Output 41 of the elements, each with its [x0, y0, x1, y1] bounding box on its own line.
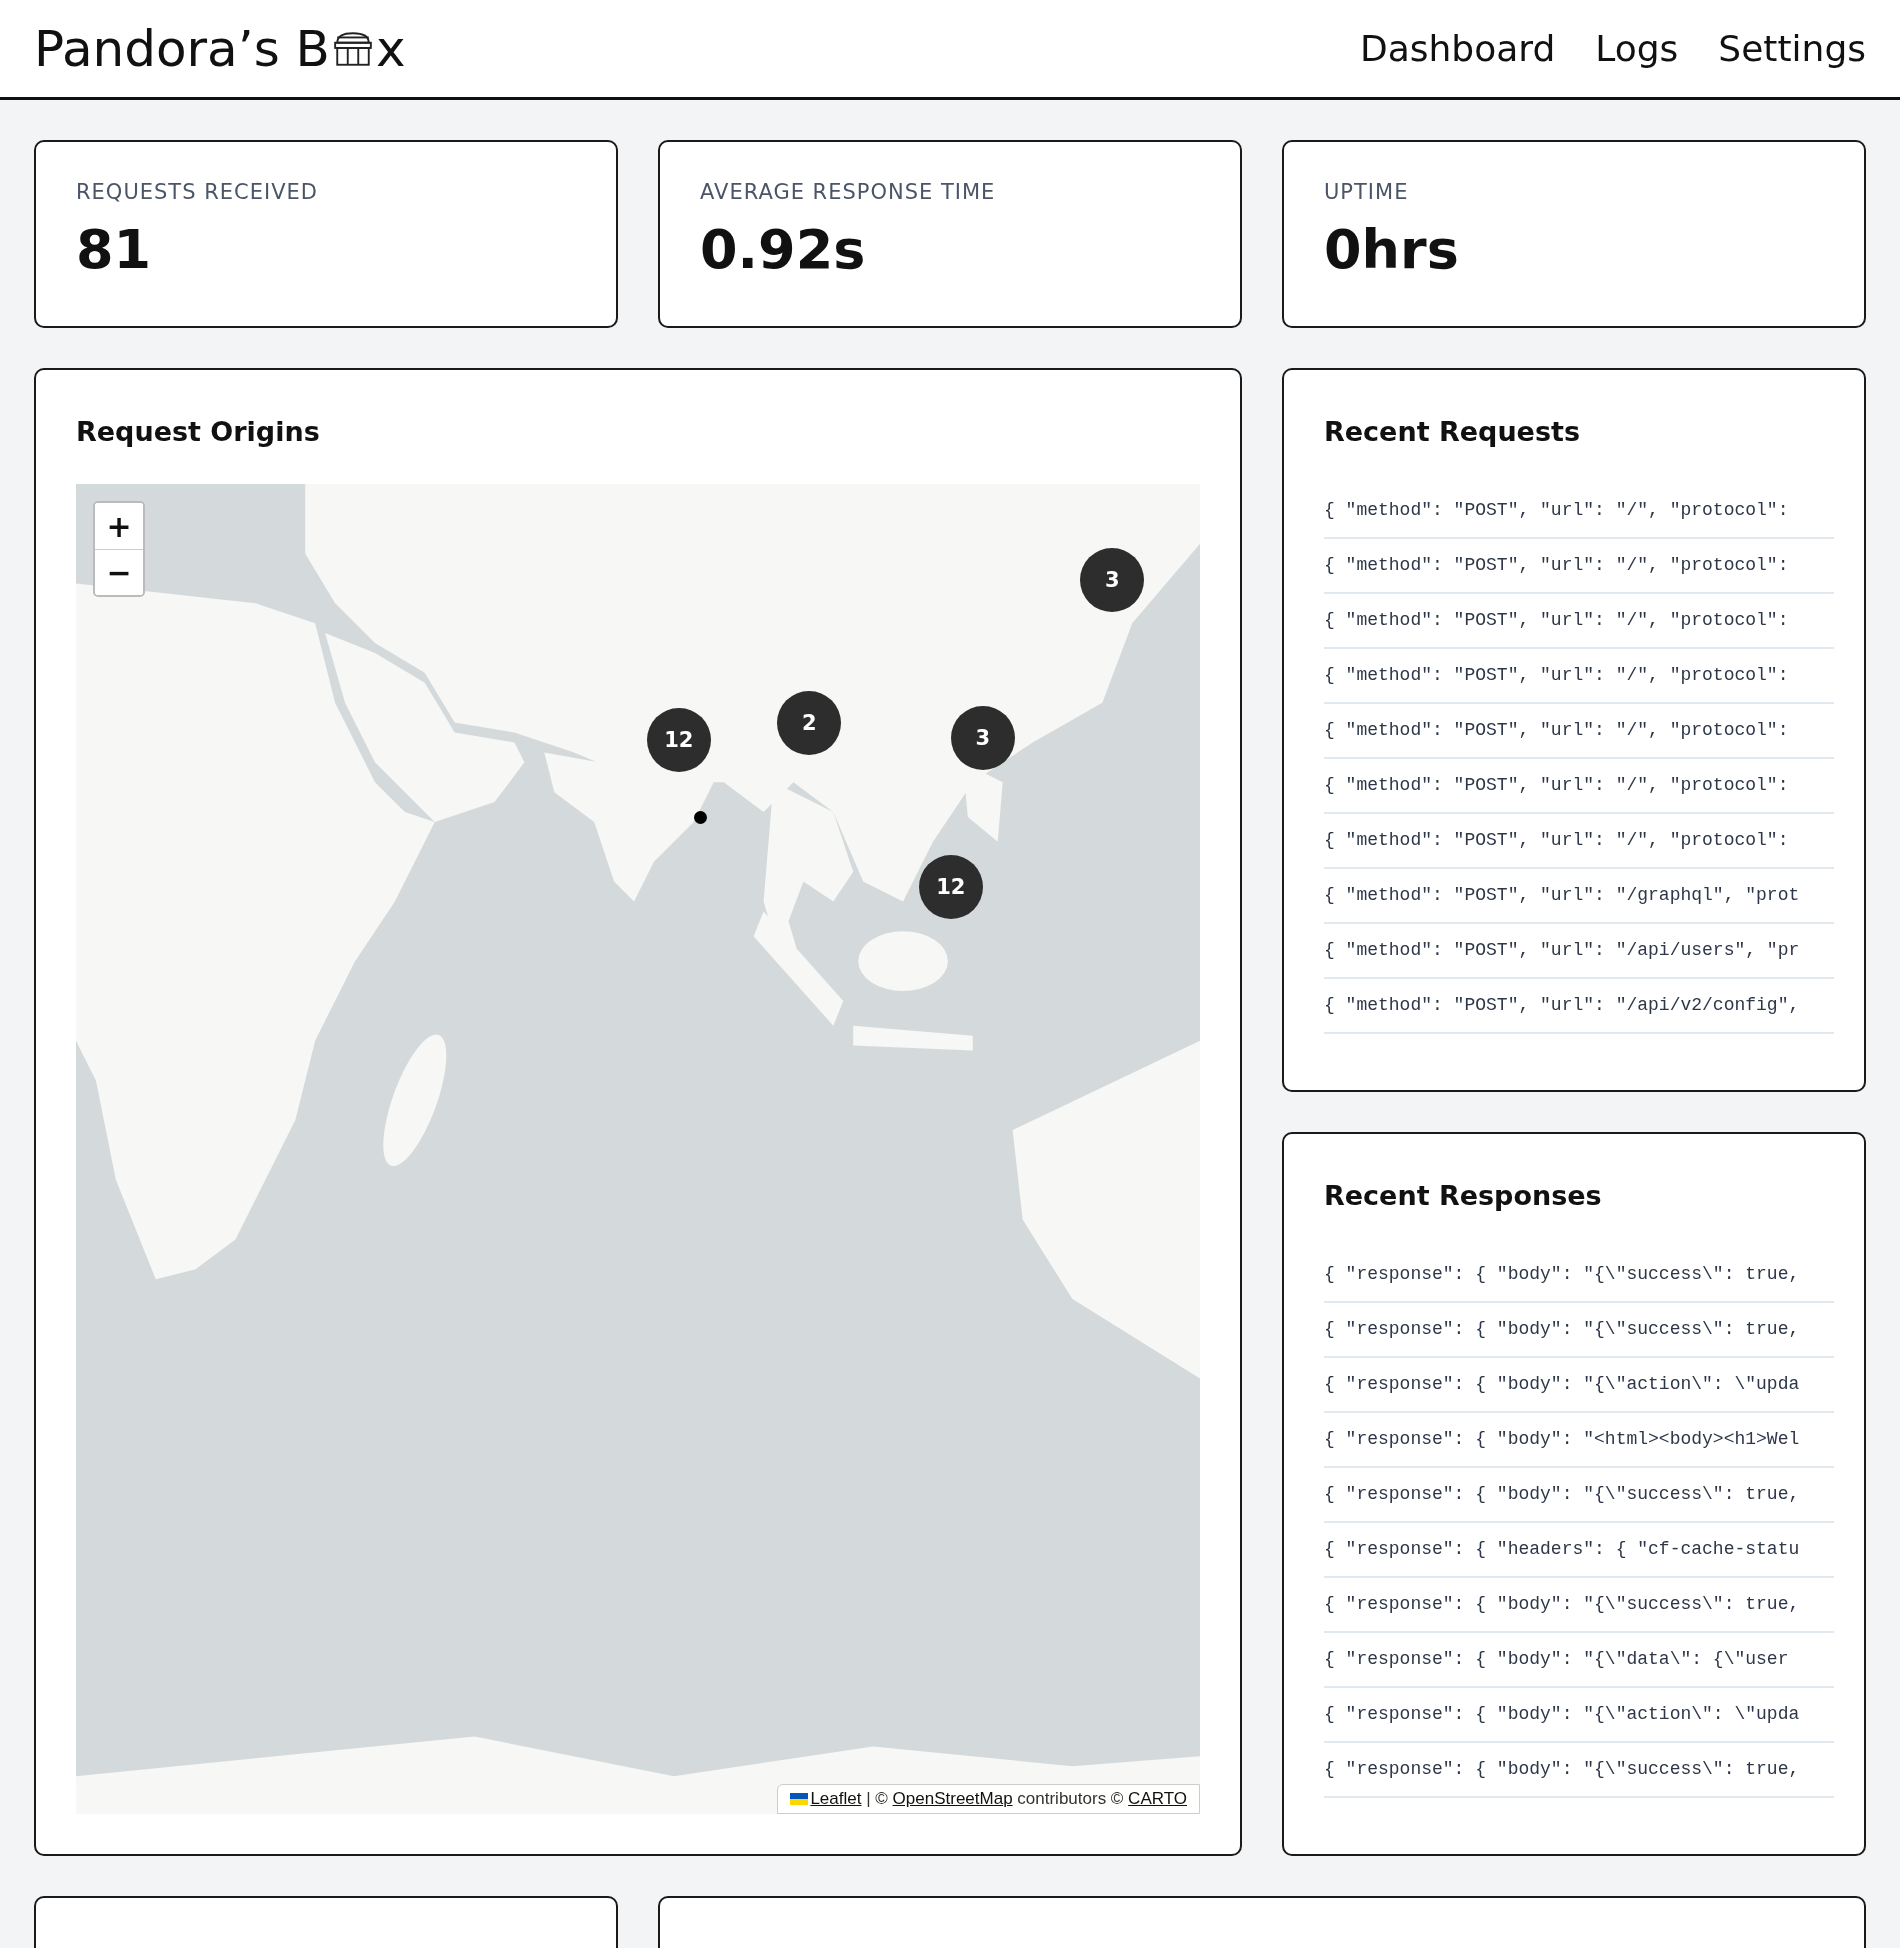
- response-entry[interactable]: { "response": { "headers": { "cf-cache-statu: [1324, 1523, 1834, 1578]
- app-logo-text: x: [375, 19, 406, 78]
- attribution-link[interactable]: OpenStreetMap: [892, 1789, 1013, 1808]
- response-entry[interactable]: { "response": { "body": "{\"success\": true,: [1324, 1248, 1834, 1303]
- attribution-link[interactable]: CARTO: [1128, 1789, 1187, 1808]
- request-entry[interactable]: { "method": "POST", "url": "/", "protocol":: [1324, 814, 1834, 869]
- response-entry[interactable]: { "response": { "body": "{\"success\": true,: [1324, 1578, 1834, 1633]
- request-entry[interactable]: { "method": "POST", "url": "/api/users", "pr: [1324, 924, 1834, 979]
- treasure-chest-icon: [331, 29, 374, 68]
- request-entry[interactable]: { "method": "POST", "url": "/", "protocol":: [1324, 759, 1834, 814]
- stat-value: 0.92s: [700, 218, 867, 281]
- response-entry[interactable]: { "response": { "body": "{\"action\": \"upda: [1324, 1688, 1834, 1743]
- response-entry[interactable]: { "response": { "body": "{\"success\": true,: [1324, 1743, 1834, 1798]
- stat-value: 0hrs: [1324, 218, 1460, 281]
- request-entry[interactable]: { "method": "POST", "url": "/", "protocol":: [1324, 594, 1834, 649]
- response-entry[interactable]: { "response": { "body": "{\"action\": \"upda: [1324, 1358, 1834, 1413]
- response-entry[interactable]: { "response": { "body": "{\"success\": true,: [1324, 1303, 1834, 1358]
- zoom-button[interactable]: −: [95, 549, 143, 595]
- request-entry[interactable]: { "method": "POST", "url": "/", "protocol":: [1324, 539, 1834, 594]
- stat-label: AVERAGE RESPONSE TIME: [700, 180, 997, 204]
- response-entry[interactable]: { "response": { "body": "{\"success\": true,: [1324, 1468, 1834, 1523]
- card-title: Request Origins: [76, 415, 321, 449]
- flag-icon: [790, 1793, 809, 1805]
- nav-link[interactable]: Logs: [1595, 28, 1679, 69]
- request-entry[interactable]: { "method": "POST", "url": "/api/v2/config",: [1324, 979, 1834, 1034]
- app-logo-text: Pandora’s B: [34, 19, 330, 78]
- request-entry[interactable]: { "method": "POST", "url": "/", "protocol":: [1324, 649, 1834, 704]
- attribution-link[interactable]: Leaflet: [810, 1789, 862, 1808]
- request-entry[interactable]: { "method": "POST", "url": "/", "protocol":: [1324, 484, 1834, 539]
- request-entry[interactable]: { "method": "POST", "url": "/graphql", "prot: [1324, 869, 1834, 924]
- card-title: Recent Requests: [1324, 415, 1581, 449]
- card-title: Recent Responses: [1324, 1179, 1603, 1213]
- request-entry[interactable]: { "method": "POST", "url": "/", "protocol":: [1324, 704, 1834, 759]
- stat-value: 81: [76, 218, 153, 281]
- response-entry[interactable]: { "response": { "body": "<html><body><h1>Wel: [1324, 1413, 1834, 1468]
- nav-link[interactable]: Dashboard: [1359, 28, 1556, 69]
- attribution-text: Leaflet | © OpenStreetMap contributors © CARTO: [810, 1789, 1187, 1809]
- response-entry[interactable]: { "response": { "body": "{\"data\": {\"user: [1324, 1633, 1834, 1688]
- stat-label: REQUESTS RECEIVED: [76, 180, 319, 204]
- stat-label: UPTIME: [1324, 180, 1410, 204]
- nav-link[interactable]: Settings: [1718, 28, 1866, 69]
